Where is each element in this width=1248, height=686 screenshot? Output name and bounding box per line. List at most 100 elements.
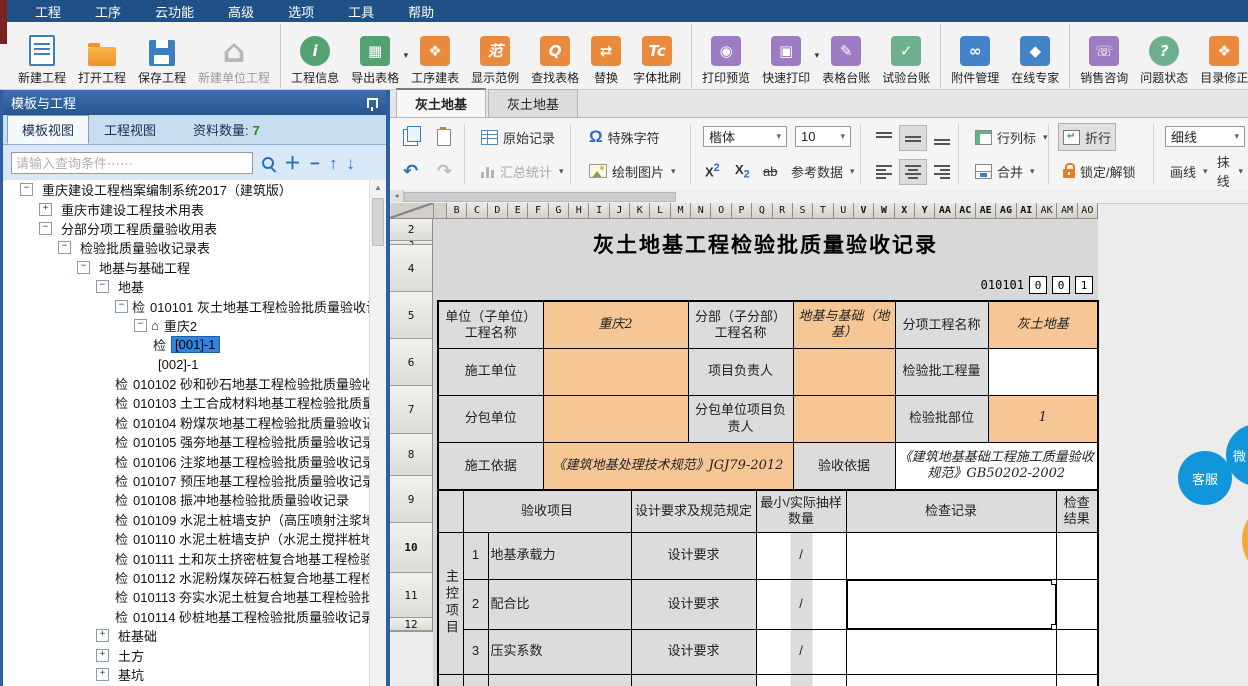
redo-button[interactable]: [432, 157, 457, 185]
tree-expander[interactable]: −: [134, 319, 147, 332]
check-result-cell[interactable]: [1056, 629, 1098, 674]
column-header[interactable]: U: [834, 203, 854, 219]
cell-value[interactable]: [543, 395, 688, 442]
align-center-button[interactable]: [899, 159, 927, 185]
column-header[interactable]: O: [711, 203, 731, 219]
reference-data-button[interactable]: 参考数据: [786, 157, 860, 185]
tree-item[interactable]: 检 010112 水泥粉煤灰碎石桩复合地基工程检: [6, 568, 370, 587]
superscript-button[interactable]: X2: [700, 157, 725, 185]
toolbar-button[interactable]: ⌂ 新建单位工程: [192, 24, 276, 88]
cell-value[interactable]: 《建筑地基基础工程施工质量验收规范》GB50202-2002: [895, 442, 1098, 490]
tree-item[interactable]: 检 010108 振冲地基检验批质量验收记录: [6, 490, 370, 509]
row-header[interactable]: 4: [390, 245, 433, 292]
check-result-cell[interactable]: [1056, 532, 1098, 579]
row-header[interactable]: 10: [390, 523, 433, 573]
column-header[interactable]: AM: [1057, 203, 1077, 219]
wrap-text-button[interactable]: 折行: [1058, 123, 1116, 151]
horizontal-scrollbar[interactable]: ◂: [390, 190, 1248, 204]
move-up-icon[interactable]: ↑: [329, 155, 338, 172]
cell-label[interactable]: 最小/实际抽样数量: [756, 490, 846, 532]
tree-item[interactable]: + 重庆市建设工程技术用表: [6, 199, 370, 218]
item-number-cell[interactable]: 1: [463, 532, 488, 579]
cell-label[interactable]: 检验批工程量: [895, 348, 988, 395]
customer-service-float-button[interactable]: 客服: [1178, 451, 1232, 505]
tree-item[interactable]: 检 [001]-1: [6, 335, 370, 354]
menu-item[interactable]: 帮助: [391, 2, 451, 21]
cell-value[interactable]: [793, 395, 895, 442]
cell-value[interactable]: 重庆2: [543, 301, 688, 348]
row-col-header-button[interactable]: 行列标: [970, 123, 1053, 151]
remove-icon[interactable]: −: [310, 155, 320, 172]
column-header[interactable]: AC: [956, 203, 976, 219]
group-label-cell[interactable]: 主控项目: [438, 532, 463, 674]
column-header[interactable]: G: [549, 203, 569, 219]
tree-item[interactable]: + 基坑: [6, 665, 370, 684]
toolbar-button[interactable]: ◉ 打印预览: [691, 24, 756, 88]
item-name-cell[interactable]: 地基承载力: [488, 532, 631, 579]
column-header[interactable]: H: [569, 203, 589, 219]
undo-button[interactable]: [398, 157, 423, 185]
column-header[interactable]: R: [773, 203, 793, 219]
cell-label[interactable]: 验收项目: [463, 490, 631, 532]
scrollbar-thumb[interactable]: [372, 198, 384, 246]
tree-item[interactable]: − 检 010101 灰土地基工程检验批质量验收记录: [6, 296, 370, 315]
requirement-cell[interactable]: 设计要求: [631, 579, 756, 629]
menu-item[interactable]: 高级: [211, 2, 271, 21]
column-header[interactable]: X: [895, 203, 915, 219]
row-header[interactable]: 8: [390, 434, 433, 476]
column-header[interactable]: V: [854, 203, 874, 219]
cell-label[interactable]: 分包单位: [438, 395, 543, 442]
toolbar-button[interactable]: 范 显示范例: [465, 24, 525, 88]
row-header[interactable]: 12: [390, 618, 433, 631]
align-right-button[interactable]: [928, 159, 956, 185]
cell-label[interactable]: 检查结果: [1056, 490, 1098, 532]
tree-item[interactable]: 检 010106 注浆地基工程检验批质量验收记录: [6, 451, 370, 470]
code-box[interactable]: 0: [1029, 276, 1047, 294]
column-header[interactable]: T: [813, 203, 833, 219]
menu-item[interactable]: 选项: [271, 2, 331, 21]
menu-item[interactable]: 工程: [18, 2, 78, 21]
summary-stats-button[interactable]: 汇总统计: [476, 157, 569, 185]
requirement-cell[interactable]: 设计要求: [631, 629, 756, 674]
toolbar-button[interactable]: ❖ 目录修正: [1194, 24, 1248, 88]
column-header[interactable]: W: [874, 203, 894, 219]
cell-label[interactable]: 检验批部位: [895, 395, 988, 442]
tree-item[interactable]: + 土方: [6, 645, 370, 664]
item-name-cell[interactable]: [488, 674, 631, 686]
tree-item[interactable]: 检 010114 砂桩地基工程检验批质量验收记录: [6, 607, 370, 626]
toolbar-button[interactable]: ❖ 工序建表: [405, 24, 465, 88]
code-box[interactable]: 1: [1075, 276, 1093, 294]
column-header[interactable]: J: [610, 203, 630, 219]
tree-expander[interactable]: +: [96, 649, 109, 662]
row-header[interactable]: [390, 631, 433, 632]
column-header[interactable]: Y: [915, 203, 935, 219]
requirement-cell[interactable]: 设计要求: [631, 532, 756, 579]
select-all-corner[interactable]: [390, 203, 434, 219]
line-style-select[interactable]: 细线: [1165, 126, 1245, 147]
column-header[interactable]: Q: [752, 203, 772, 219]
row-header[interactable]: 9: [390, 476, 433, 523]
add-icon[interactable]: ＋: [284, 155, 301, 172]
tree-item[interactable]: 检 010105 强夯地基工程检验批质量验收记录: [6, 432, 370, 451]
cell-value[interactable]: 1: [988, 395, 1098, 442]
lock-unlock-button[interactable]: 锁定/解锁: [1058, 157, 1141, 185]
sample-qty-cell[interactable]: /: [756, 629, 846, 674]
tree-expander[interactable]: −: [115, 300, 128, 313]
check-record-cell[interactable]: [846, 629, 1056, 674]
toolbar-button[interactable]: ▣ 快速打印: [756, 24, 816, 88]
column-header[interactable]: K: [630, 203, 650, 219]
align-left-button[interactable]: [870, 159, 898, 185]
column-header[interactable]: M: [671, 203, 691, 219]
tree-scrollbar[interactable]: ▲: [369, 180, 386, 686]
valign-middle-button[interactable]: [899, 125, 927, 151]
cell-label[interactable]: 分部（子分部）工程名称: [688, 301, 793, 348]
row-header[interactable]: 7: [390, 386, 433, 434]
special-char-button[interactable]: Ω 特殊字符: [584, 123, 665, 151]
toolbar-button[interactable]: ☏ 销售咨询: [1069, 24, 1134, 88]
sample-qty-cell[interactable]: /: [756, 532, 846, 579]
cell-value[interactable]: 《建筑地基处理技术规范》JGJ79-2012: [543, 442, 793, 490]
scroll-up-icon[interactable]: ▲: [370, 180, 386, 195]
tree-item[interactable]: 检 010103 土工合成材料地基工程检验批质量: [6, 393, 370, 412]
tree-item[interactable]: − 分部分项工程质量验收用表: [6, 219, 370, 238]
check-record-cell-selected[interactable]: [846, 579, 1056, 629]
